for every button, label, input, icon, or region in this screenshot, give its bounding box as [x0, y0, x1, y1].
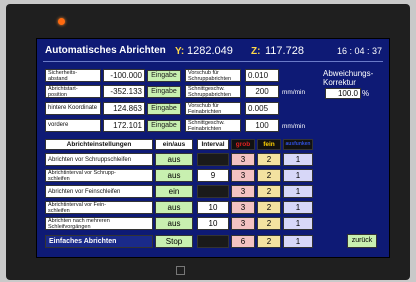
fein-field-5[interactable]: 2	[257, 217, 281, 230]
hmi-device: Automatisches Abrichten Y: 1282.049 Z: 1…	[0, 0, 416, 282]
row-label-4: Abrichtinterval vor Fein- schleifen	[45, 201, 153, 214]
fein-field-1[interactable]: 2	[257, 153, 281, 166]
header-abrichteinstellungen: Abrichteinstellungen	[45, 139, 153, 150]
toggle-button-1[interactable]: aus	[155, 153, 193, 166]
param-value-abrichtstart[interactable]: -352.133	[103, 85, 145, 98]
header-interval: Interval	[197, 139, 229, 150]
toggle-button-5[interactable]: aus	[155, 217, 193, 230]
param-value-vorschub-schrupp[interactable]: 0.010	[245, 69, 279, 82]
grob-field-bottom[interactable]: 6	[231, 235, 255, 248]
ausfunken-field-bottom[interactable]: 1	[283, 235, 313, 248]
eingabe-button-2[interactable]: Eingabe	[147, 86, 181, 98]
header-fein: fein	[257, 139, 281, 150]
param-value-sicherheitsabstand[interactable]: -100.000	[103, 69, 145, 82]
eingabe-button-1[interactable]: Eingabe	[147, 70, 181, 82]
y-axis-label: Y:	[175, 46, 185, 57]
grob-field-5[interactable]: 3	[231, 217, 255, 230]
unit-schnitt-schrupp: mm/min	[282, 89, 306, 96]
row-label-3: Abrichten vor Feinschleifen	[45, 185, 153, 198]
ausfunken-field-5[interactable]: 1	[283, 217, 313, 230]
y-coordinate: 1282.049	[187, 45, 233, 57]
z-coordinate: 117.728	[265, 45, 304, 57]
interval-field-2[interactable]: 9	[197, 169, 229, 182]
row-label-1: Abrichten vor Schruppschleifen	[45, 153, 153, 166]
param-value-schnitt-fein[interactable]: 100	[245, 119, 279, 132]
toggle-button-4[interactable]: aus	[155, 201, 193, 214]
correction-label: Abweichungs- Korrektur	[323, 69, 374, 87]
param-label-hintere: hintere Koordinate	[45, 102, 101, 115]
grob-field-4[interactable]: 3	[231, 201, 255, 214]
z-axis-label: Z:	[251, 46, 261, 57]
manufacturer-logo	[176, 266, 188, 276]
interval-field-bottom	[197, 235, 229, 248]
fein-field-2[interactable]: 2	[257, 169, 281, 182]
param-value-schnitt-schrupp[interactable]: 200	[245, 85, 279, 98]
param-label-vordere: vordere Koordinate	[45, 119, 101, 132]
stop-button[interactable]: Stop	[155, 235, 193, 248]
touch-screen: Automatisches Abrichten Y: 1282.049 Z: 1…	[36, 38, 390, 258]
back-button[interactable]: zurück	[347, 234, 377, 248]
param-value-vordere[interactable]: 172.101	[103, 119, 145, 132]
interval-field-1	[197, 153, 229, 166]
param-label-sicherheitsabstand: Sicherheits- abstand	[45, 69, 101, 82]
fein-field-3[interactable]: 2	[257, 185, 281, 198]
grob-field-3[interactable]: 3	[231, 185, 255, 198]
interval-field-5[interactable]: 10	[197, 217, 229, 230]
param-label-schnitt-fein: Schnittgeschw. Feinabrichten	[185, 119, 241, 132]
toggle-button-2[interactable]: aus	[155, 169, 193, 182]
toggle-button-3[interactable]: ein	[155, 185, 193, 198]
logo-mark-icon	[176, 266, 185, 275]
interval-field-3	[197, 185, 229, 198]
grob-field-2[interactable]: 3	[231, 169, 255, 182]
grob-field-1[interactable]: 3	[231, 153, 255, 166]
ausfunken-field-4[interactable]: 1	[283, 201, 313, 214]
correction-value[interactable]: 100.0	[325, 88, 361, 99]
fein-field-4[interactable]: 2	[257, 201, 281, 214]
param-value-hintere[interactable]: 124.863	[103, 102, 145, 115]
header-divider	[43, 61, 383, 62]
eingabe-button-4[interactable]: Eingabe	[147, 120, 181, 132]
page-title: Automatisches Abrichten	[45, 45, 166, 56]
ausfunken-field-1[interactable]: 1	[283, 153, 313, 166]
correction-unit: %	[362, 89, 370, 98]
einfaches-abrichten-label: Einfaches Abrichten	[45, 235, 153, 248]
header-ein-aus: ein/aus	[155, 139, 193, 150]
unit-schnitt-fein: mm/min	[282, 123, 306, 130]
param-label-vorschub-schrupp: Vorschub für Schruppabrichten	[185, 69, 241, 82]
row-label-2: Abrichtinterval vor Schrupp- schleifen	[45, 169, 153, 182]
ausfunken-field-2[interactable]: 1	[283, 169, 313, 182]
row-label-5: Abrichten nach mehreren Schleifvorgängen	[45, 217, 153, 230]
fein-field-bottom[interactable]: 2	[257, 235, 281, 248]
param-label-schnitt-schrupp: Schnittgeschw. Schruppabrichten	[185, 85, 241, 98]
param-label-vorschub-fein: Vorschub für Feinabrichten	[185, 102, 241, 115]
param-label-abrichtstart: Abrichtstart- position	[45, 85, 101, 98]
clock: 16 : 04 : 37	[337, 46, 383, 56]
interval-field-4[interactable]: 10	[197, 201, 229, 214]
eingabe-button-3[interactable]: Eingabe	[147, 103, 181, 115]
power-led-icon	[58, 18, 65, 25]
param-value-vorschub-fein[interactable]: 0.005	[245, 102, 279, 115]
ausfunken-field-3[interactable]: 1	[283, 185, 313, 198]
header-ausfunken: ausfunken	[283, 139, 313, 150]
header-grob: grob	[231, 139, 255, 150]
